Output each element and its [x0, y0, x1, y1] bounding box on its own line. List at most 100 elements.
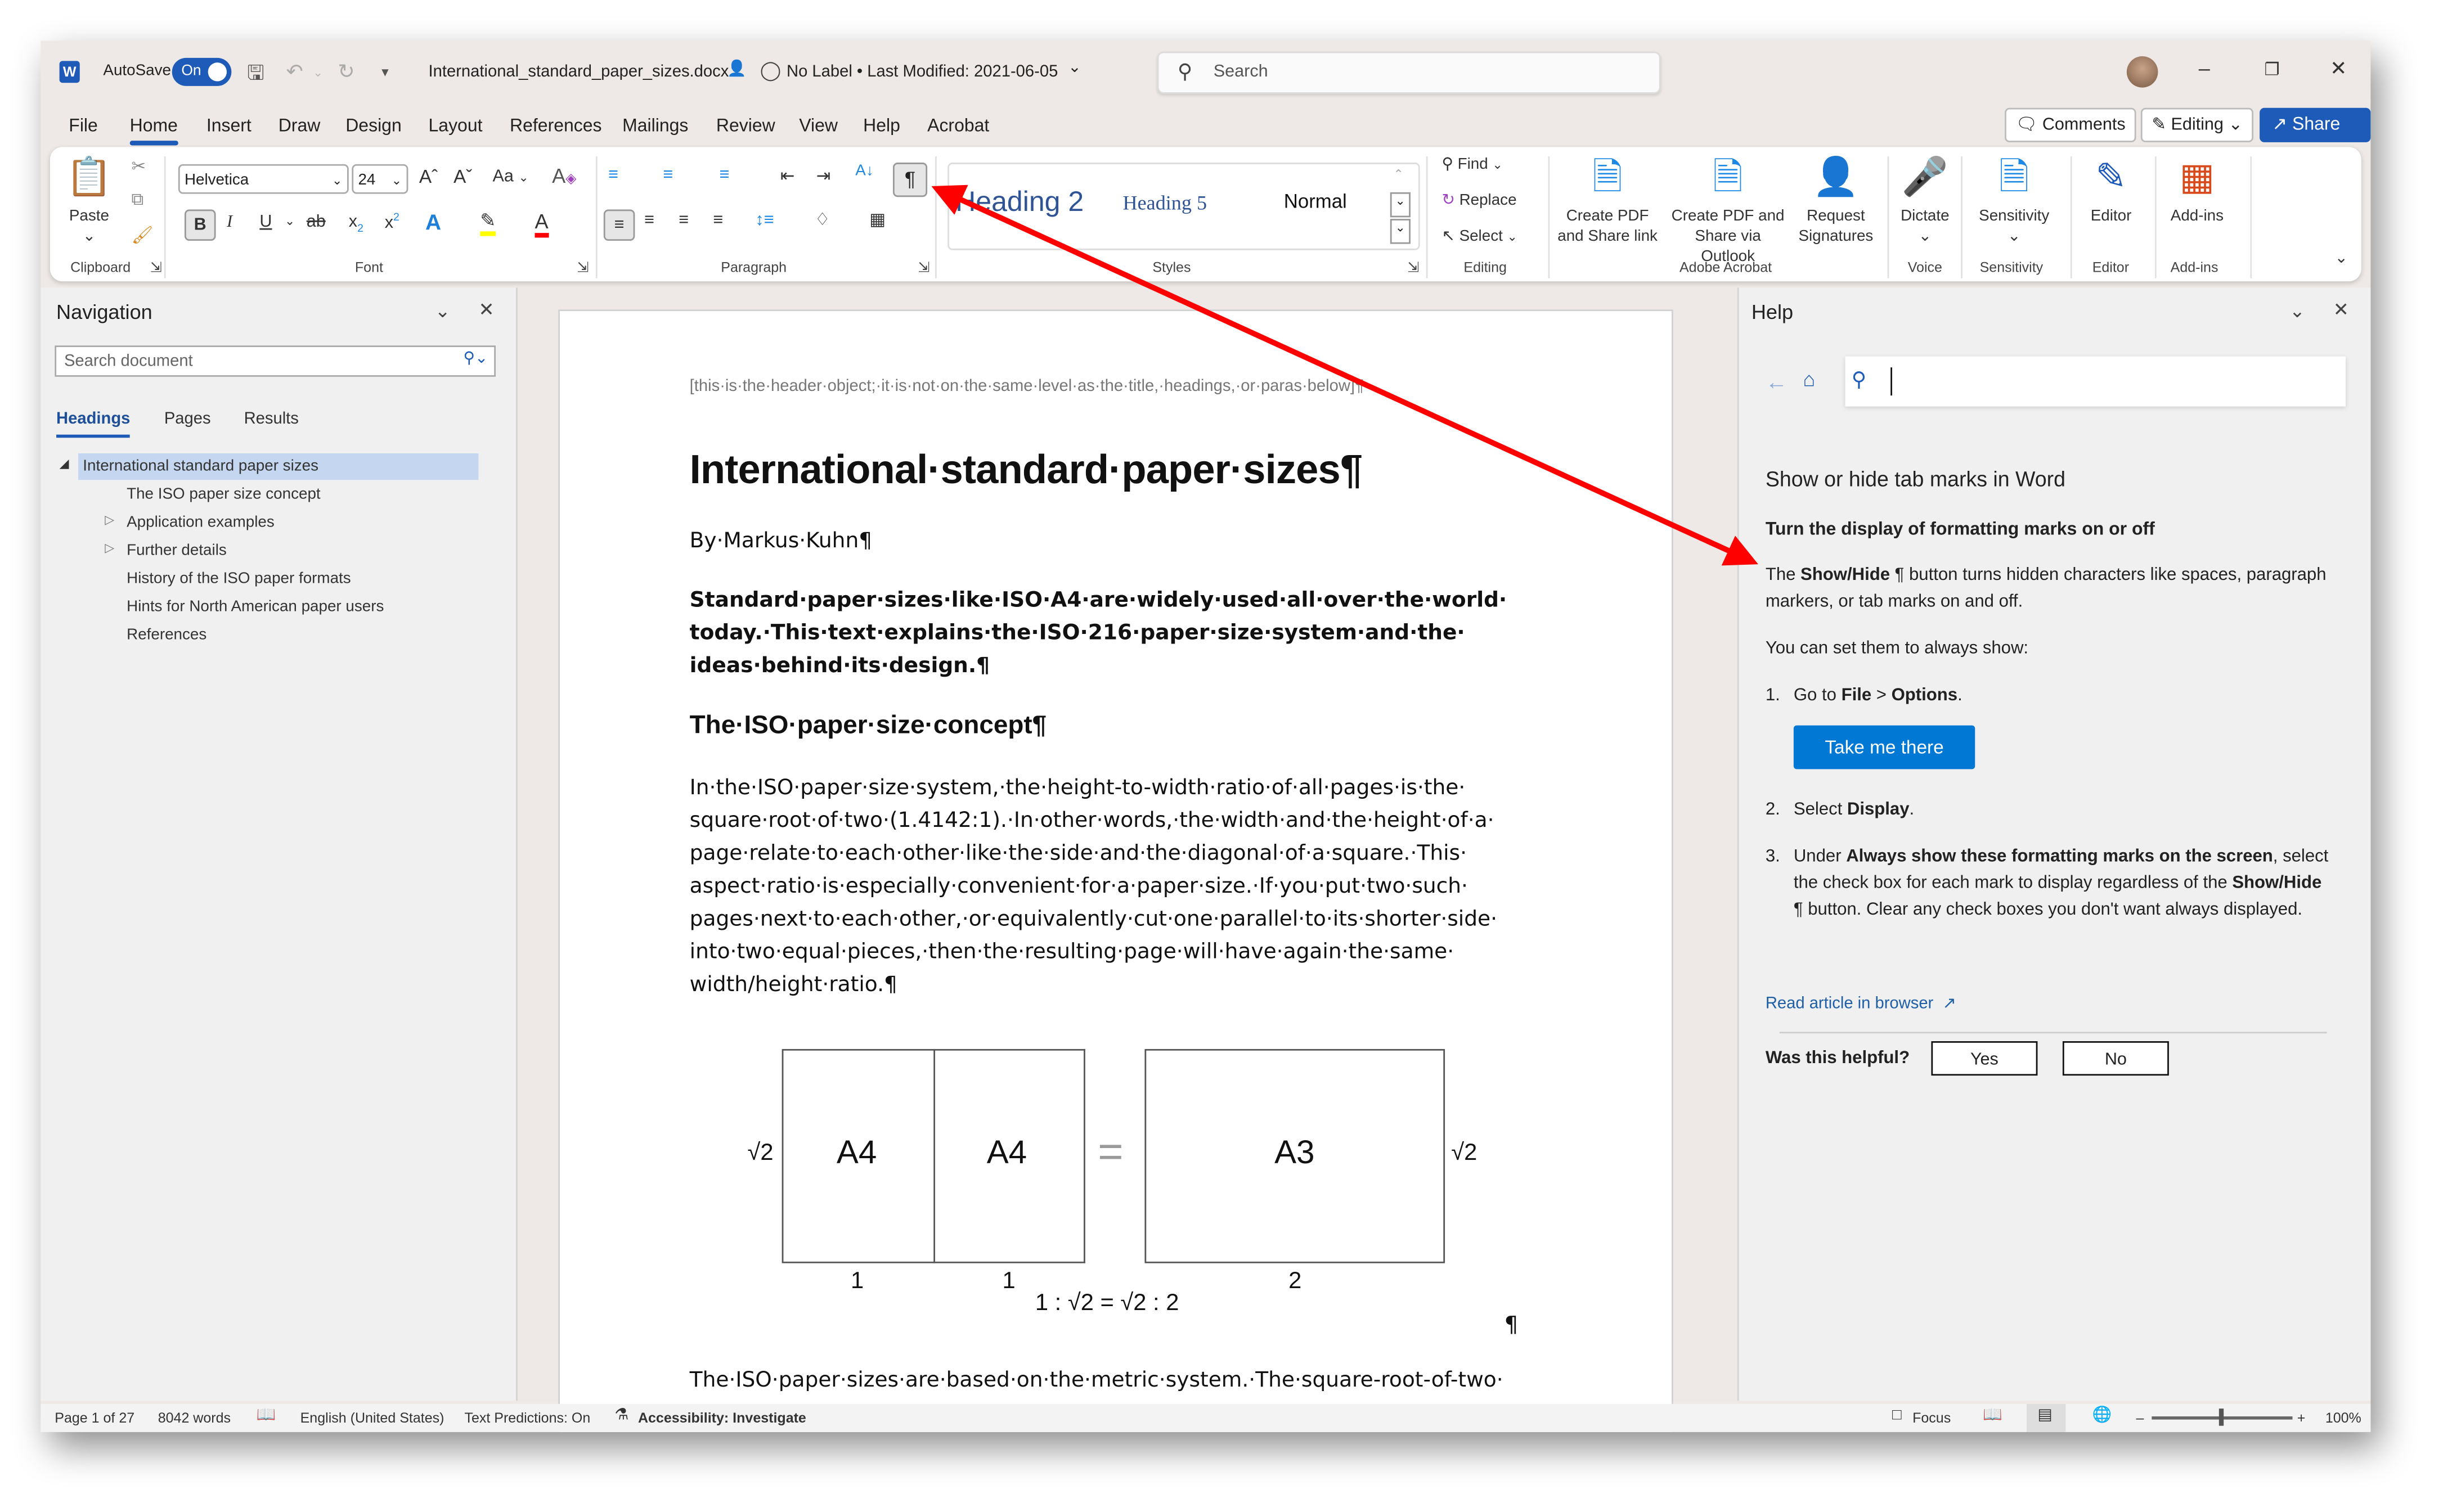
proofing-icon[interactable]: 📖 [257, 1407, 276, 1424]
underline-button[interactable]: U [259, 213, 272, 231]
restore-icon[interactable]: ❐ [2264, 60, 2279, 79]
dialog-launcher-icon[interactable]: ⇲ [1407, 259, 1419, 277]
zoom-in-icon[interactable]: + [2297, 1410, 2306, 1426]
shading-icon[interactable]: ♢ [815, 209, 830, 230]
format-painter-icon[interactable]: 🖌 [131, 225, 153, 245]
no-button[interactable]: No [2062, 1041, 2169, 1076]
share-button[interactable]: ↗ Share ⌄ [2260, 107, 2371, 169]
create-pdf-outlook-button[interactable]: 🗎 Create PDF and Share via Outlook [1667, 156, 1789, 267]
font-color-icon[interactable]: A [535, 209, 549, 238]
text-effects-icon[interactable]: A [425, 209, 441, 234]
pane-options-icon[interactable]: ⌄ [2289, 300, 2305, 322]
document-byline[interactable]: By·Markus·Kuhn¶ [690, 528, 872, 553]
collapsed-triangle-icon[interactable]: ▷ [105, 513, 114, 527]
tab-review[interactable]: Review [716, 117, 775, 136]
borders-icon[interactable]: ▦ [869, 209, 886, 230]
heading-item[interactable]: Application examples [127, 514, 275, 532]
language[interactable]: English (United States) [300, 1410, 444, 1426]
user-avatar[interactable] [2126, 56, 2158, 88]
strikethrough-button[interactable]: ab [307, 213, 326, 231]
bold-button[interactable]: B [184, 209, 216, 241]
add-ins-button[interactable]: ▦ Add-ins [2161, 156, 2233, 227]
heading-item[interactable]: Hints for North American paper users [127, 598, 384, 616]
home-icon[interactable]: ⌂ [1803, 367, 1816, 391]
styles-scroll-up[interactable]: ⌃ [1393, 167, 1404, 181]
section-heading[interactable]: The·ISO·paper·size·concept¶ [690, 712, 1047, 741]
body-paragraph[interactable]: The·ISO·paper·sizes·are·based·on·the·met… [690, 1368, 1628, 1393]
search-document-input[interactable]: Search document ⚲⌄ [55, 345, 496, 377]
text-predictions[interactable]: Text Predictions: On [464, 1410, 590, 1426]
increase-indent-icon[interactable]: ⇥ [816, 166, 831, 186]
clear-formatting-icon[interactable]: A◈ [552, 164, 576, 188]
heading-item[interactable]: International standard paper sizes [83, 458, 318, 475]
heading-item[interactable]: References [127, 627, 206, 644]
tab-draw[interactable]: Draw [279, 117, 321, 136]
document-title[interactable]: International·standard·paper·sizes¶ [690, 446, 1363, 494]
align-left-button[interactable]: ≡ [603, 209, 635, 241]
tab-layout[interactable]: Layout [429, 117, 483, 136]
dialog-launcher-icon[interactable]: ⇲ [150, 259, 162, 277]
style-heading-5[interactable]: Heading 5 [1123, 191, 1207, 215]
help-search-input[interactable]: ⚲ [1845, 356, 2346, 407]
take-me-there-button[interactable]: Take me there [1793, 725, 1975, 770]
paper-size-figure[interactable]: √2 A4 A4 = A3 √2 1 1 2 1 : √2 = √2 : 2 [748, 1030, 1498, 1328]
customize-qat-icon[interactable]: ▾ [381, 64, 389, 82]
label-modified-info[interactable]: No Label • Last Modified: 2021-06-05 [787, 62, 1058, 81]
autosave-toggle[interactable]: On [172, 57, 232, 86]
save-icon[interactable]: 🖫 [247, 60, 264, 94]
collapsed-triangle-icon[interactable]: ▷ [105, 541, 114, 555]
align-center-icon[interactable]: ≡ [644, 211, 654, 230]
italic-button[interactable]: I [227, 213, 232, 231]
sort-icon[interactable]: A↓ [855, 163, 873, 180]
copy-icon[interactable]: ⧉ [131, 191, 143, 211]
cut-icon[interactable]: ✂ [131, 156, 146, 177]
close-icon[interactable]: ✕ [478, 299, 494, 321]
focus-button[interactable]: Focus [1912, 1410, 1951, 1426]
tab-references[interactable]: References [510, 117, 601, 136]
dialog-launcher-icon[interactable]: ⇲ [577, 259, 589, 277]
shrink-font-icon[interactable]: Aˇ [453, 166, 472, 188]
close-icon[interactable]: ✕ [2330, 56, 2347, 81]
web-layout-icon[interactable]: 🌐 [2092, 1407, 2112, 1424]
comments-button[interactable]: 🗨 Comments [2005, 107, 2137, 142]
editing-mode-button[interactable]: ✎ Editing ⌄ [2140, 107, 2254, 142]
decrease-indent-icon[interactable]: ⇤ [780, 166, 795, 186]
justify-icon[interactable]: ≡ [713, 211, 723, 230]
dictate-button[interactable]: 🎤 Dictate ⌄ [1896, 156, 1955, 247]
expanded-triangle-icon[interactable]: ◢ [60, 457, 69, 471]
tab-home[interactable]: Home [129, 117, 178, 146]
minimize-icon[interactable]: – [2199, 56, 2210, 80]
tab-design[interactable]: Design [345, 117, 402, 136]
style-normal[interactable]: Normal [1284, 191, 1347, 213]
find-button[interactable]: ⚲ Find ⌄ [1442, 156, 1503, 174]
dialog-launcher-icon[interactable]: ⇲ [918, 259, 929, 277]
multilevel-list-icon[interactable]: ≡ [719, 166, 729, 184]
zoom-level[interactable]: 100% [2325, 1410, 2361, 1426]
collapse-ribbon-icon[interactable]: ⌄ [2334, 250, 2347, 268]
nav-tab-results[interactable]: Results [244, 410, 299, 428]
nav-tab-pages[interactable]: Pages [164, 410, 211, 428]
print-layout-button[interactable]: ▤ [2026, 1403, 2066, 1432]
close-icon[interactable]: ✕ [2333, 299, 2349, 321]
grow-font-icon[interactable]: Aˆ [419, 166, 438, 188]
highlight-color-icon[interactable]: ✎ [480, 209, 496, 236]
tab-acrobat[interactable]: Acrobat [927, 117, 989, 136]
pane-options-icon[interactable]: ⌄ [435, 300, 451, 322]
editor-button[interactable]: ✎ Editor [2080, 156, 2142, 227]
sensitivity-button[interactable]: 🗎 Sensitivity ⌄ [1970, 156, 2058, 247]
search-icon[interactable]: ⚲⌄ [463, 350, 488, 368]
line-spacing-icon[interactable]: ↕≡ [755, 211, 774, 230]
tab-mailings[interactable]: Mailings [622, 117, 688, 136]
search-box[interactable]: ⚲ Search [1157, 51, 1661, 94]
numbering-icon[interactable]: ≡ [663, 166, 673, 184]
zoom-out-icon[interactable]: – [2136, 1410, 2144, 1426]
styles-scroll-down[interactable]: ⌄ [1390, 192, 1411, 218]
accessibility-status[interactable]: Accessibility: Investigate [638, 1410, 806, 1426]
body-paragraph[interactable]: In·the·ISO·paper·size·system,·the·height… [690, 772, 1565, 1002]
back-arrow-icon[interactable]: ← [1766, 369, 1788, 394]
document-filename[interactable]: International_standard_paper_sizes.docx [429, 62, 729, 81]
heading-item[interactable]: Further details [127, 542, 227, 560]
style-heading-2[interactable]: Heading 2 [955, 186, 1084, 219]
bullets-icon[interactable]: ≡ [608, 166, 618, 184]
superscript-button[interactable]: x2 [385, 213, 399, 232]
